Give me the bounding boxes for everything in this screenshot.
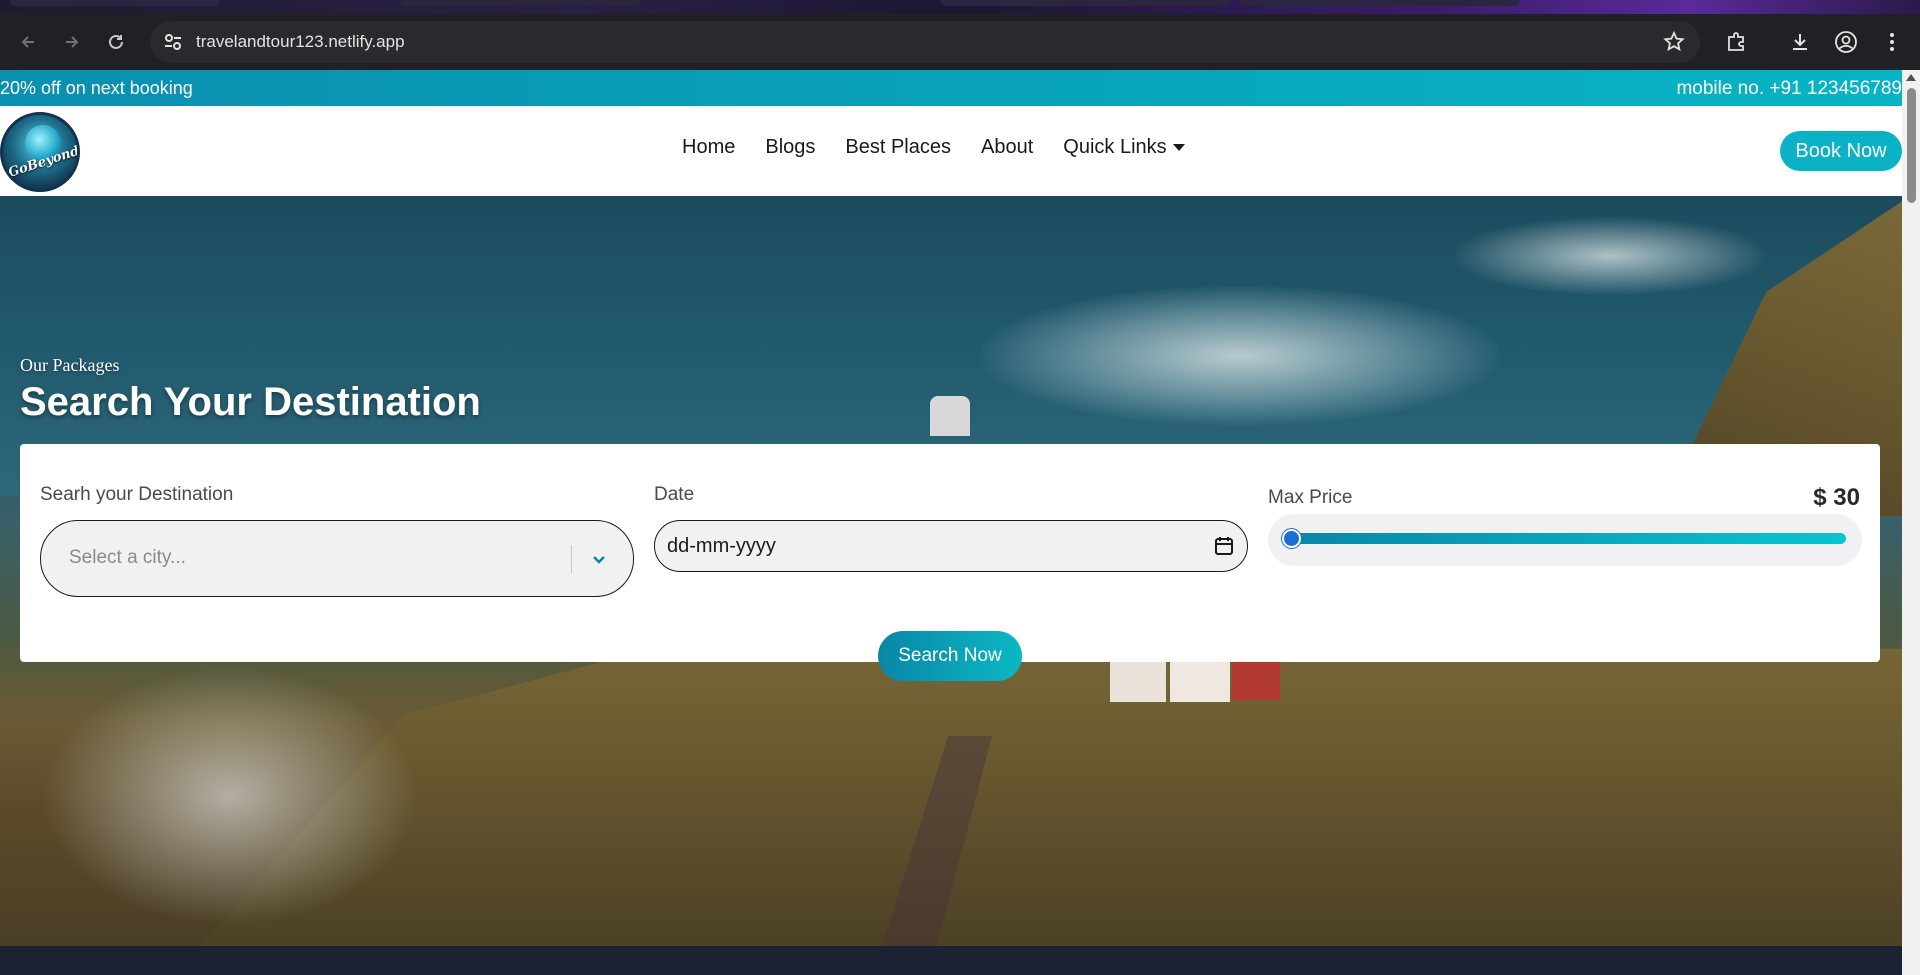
slider-track[interactable] — [1284, 533, 1846, 544]
browser-tab[interactable] — [400, 0, 640, 6]
extensions-icon[interactable] — [1720, 26, 1752, 58]
back-icon[interactable] — [12, 26, 44, 58]
nav-links: Home Blogs Best Places About Quick Links — [682, 136, 1215, 159]
footer-strip — [0, 946, 1902, 975]
browser-tab[interactable] — [10, 0, 220, 6]
hero-title: Search Your Destination — [20, 380, 481, 424]
page-viewport: 20% off on next booking mobile no. +91 1… — [0, 70, 1902, 975]
scroll-up-icon[interactable] — [1906, 74, 1916, 81]
contact-number: mobile no. +91 123456789 — [1676, 78, 1902, 99]
quick-links-label: Quick Links — [1063, 136, 1167, 158]
download-icon[interactable] — [1784, 26, 1816, 58]
browser-toolbar: travelandtour123.netlify.app — [0, 14, 1920, 70]
profile-icon[interactable] — [1830, 26, 1862, 58]
caret-down-icon — [1172, 144, 1185, 152]
date-label: Date — [654, 484, 695, 505]
nav-link-best-places[interactable]: Best Places — [845, 136, 951, 159]
hero-subtitle: Our Packages — [20, 355, 120, 375]
hero-lighthouse — [930, 396, 970, 436]
hero-headland — [200, 616, 1902, 946]
browser-tab[interactable] — [940, 0, 1230, 6]
url-text[interactable]: travelandtour123.netlify.app — [196, 32, 405, 52]
select-separator — [571, 545, 572, 573]
browser-tab[interactable] — [1240, 0, 1520, 6]
destination-label: Searh your Destination — [40, 484, 234, 505]
search-card: Searh your Destination Select a city... … — [20, 444, 1880, 662]
scrollbar-thumb[interactable] — [1907, 88, 1916, 203]
city-select-placeholder: Select a city... — [69, 547, 186, 568]
max-price-value: $ 30 — [1813, 484, 1860, 511]
date-input-value: dd-mm-yyyy — [667, 535, 776, 557]
page-scrollbar[interactable] — [1902, 70, 1920, 975]
city-select[interactable]: Select a city... — [40, 520, 634, 597]
hero-surf — [1450, 216, 1770, 296]
book-now-button[interactable]: Book Now — [1780, 131, 1902, 171]
bookmark-star-icon[interactable] — [1662, 30, 1686, 54]
search-now-button[interactable]: Search Now — [878, 631, 1022, 681]
site-navbar: GoBeyond Home Blogs Best Places About Qu… — [0, 106, 1902, 196]
date-input[interactable]: dd-mm-yyyy — [654, 520, 1248, 572]
site-info-icon[interactable] — [162, 31, 184, 53]
chevron-down-icon[interactable] — [589, 549, 609, 569]
calendar-icon[interactable] — [1213, 535, 1235, 557]
nav-link-blogs[interactable]: Blogs — [765, 136, 815, 159]
nav-link-about[interactable]: About — [981, 136, 1033, 159]
nav-dropdown-quick-links[interactable]: Quick Links — [1063, 136, 1185, 159]
browser-menu-icon[interactable] — [1876, 26, 1908, 58]
promo-offer-text: 20% off on next booking — [0, 78, 193, 98]
hero-building — [1110, 662, 1166, 702]
hero-surf — [980, 286, 1500, 426]
address-bar[interactable]: travelandtour123.netlify.app — [150, 21, 1700, 63]
hero-building — [1170, 656, 1230, 702]
max-price-slider[interactable] — [1268, 514, 1862, 566]
hero-surf — [40, 666, 420, 926]
promo-bar: 20% off on next booking mobile no. +91 1… — [0, 70, 1902, 106]
reload-icon[interactable] — [100, 26, 132, 58]
site-logo[interactable]: GoBeyond — [0, 112, 80, 192]
slider-thumb[interactable] — [1282, 529, 1301, 548]
forward-icon[interactable] — [56, 26, 88, 58]
nav-link-home[interactable]: Home — [682, 136, 735, 159]
browser-tab-strip — [0, 0, 1920, 14]
max-price-label: Max Price — [1268, 487, 1353, 508]
